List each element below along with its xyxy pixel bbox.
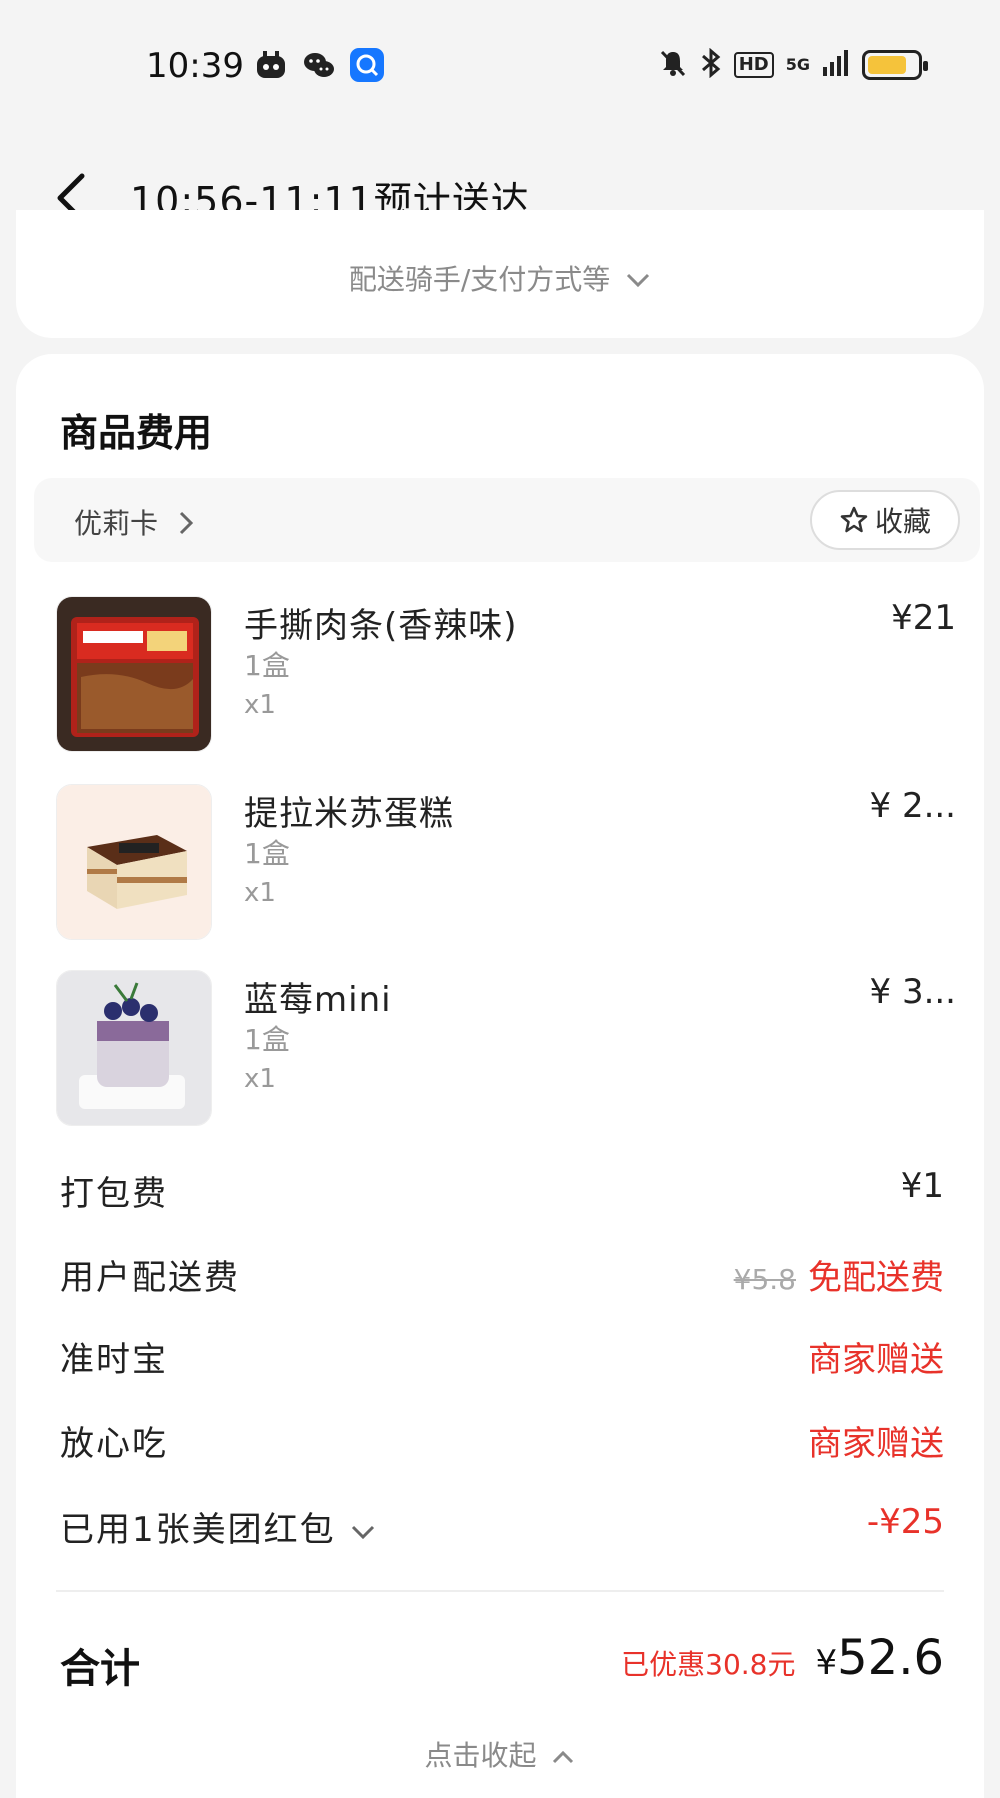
delivery-fee-row: 用户配送费 ¥5.8 免配送费 (60, 1250, 944, 1300)
fee-value: ¥5.8 免配送费 (734, 1250, 944, 1299)
membership-link[interactable]: 优莉卡 (74, 502, 195, 542)
item-price: ¥21 (891, 598, 956, 638)
robot-app-icon (254, 48, 288, 82)
delivery-info-card: 配送骑手/支付方式等 (16, 210, 984, 338)
chevron-down-icon (352, 1525, 375, 1540)
wechat-icon (302, 48, 336, 82)
item-quantity: x1 (244, 878, 276, 908)
total-value: 52.6 (837, 1630, 944, 1686)
spicy-meat-strips-box-icon (56, 596, 212, 752)
battery-icon (862, 50, 928, 80)
favorite-button[interactable]: 收藏 (810, 490, 960, 550)
item-spec: 1盒 (244, 649, 290, 682)
item-name: 手撕肉条(香辣味) (244, 606, 518, 646)
mute-bell-icon (658, 48, 688, 82)
signal-icon (822, 49, 850, 81)
section-title: 商品费用 (60, 411, 213, 455)
total-amount: ¥52.6 (815, 1630, 944, 1686)
divider (56, 1590, 944, 1592)
fee-label: 准时宝 (60, 1340, 168, 1380)
item-quantity: x1 (244, 690, 276, 720)
fee-label: 打包费 (60, 1174, 168, 1214)
list-item[interactable]: 提拉米苏蛋糕 1盒 x1 ¥ 2... (56, 784, 956, 940)
list-item[interactable]: 手撕肉条(香辣味) 1盒 x1 ¥21 (56, 596, 956, 752)
total-summary: 已优惠30.8元 ¥52.6 (621, 1630, 944, 1686)
total-label: 合计 (60, 1646, 140, 1692)
list-item[interactable]: 蓝莓mini 1盒 x1 ¥ 3... (56, 970, 956, 1126)
status-indicators: HD 5G (658, 47, 928, 82)
chevron-down-icon (627, 273, 650, 288)
item-name: 蓝莓mini (244, 980, 392, 1020)
on-time-row: 准时宝 商家赠送 (60, 1332, 944, 1382)
red-packet-toggle[interactable]: 已用1张美团红包 (60, 1502, 376, 1551)
original-delivery-fee: ¥5.8 (733, 1263, 796, 1296)
fee-value: 商家赠送 (808, 1340, 944, 1380)
fee-value: 商家赠送 (808, 1424, 944, 1464)
browser-app-icon (350, 48, 384, 82)
membership-row: 优莉卡 收藏 (34, 478, 980, 562)
item-name: 提拉米苏蛋糕 (244, 794, 454, 834)
favorite-label: 收藏 (874, 505, 931, 538)
fee-value: ¥1 (900, 1166, 944, 1206)
tiramisu-cake-icon (56, 784, 212, 940)
currency-symbol: ¥ (815, 1643, 838, 1683)
collapse-label: 点击收起 (424, 1739, 537, 1772)
collapse-button[interactable]: 点击收起 (16, 1734, 984, 1774)
membership-label: 优莉卡 (74, 507, 159, 540)
hd-badge: HD (733, 52, 774, 78)
packing-fee-row: 打包费 ¥1 (60, 1166, 944, 1216)
blueberry-mini-cake-icon (56, 970, 212, 1126)
fee-value: -¥25 (866, 1502, 944, 1542)
chevron-right-icon (179, 511, 194, 535)
safe-eat-row: 放心吃 商家赠送 (60, 1416, 944, 1466)
bluetooth-icon (700, 47, 722, 82)
discount-saved: 已优惠30.8元 (621, 1648, 796, 1681)
fee-label: 放心吃 (60, 1424, 168, 1464)
red-packet-row[interactable]: 已用1张美团红包 -¥25 (60, 1502, 944, 1552)
goods-fee-card: 商品费用 优莉卡 收藏 手撕肉条(香辣味) 1盒 x1 ¥21 提拉米苏蛋糕 1… (16, 354, 984, 1798)
status-time: 10:39 (146, 46, 244, 86)
item-price: ¥ 3... (869, 972, 957, 1012)
item-quantity: x1 (244, 1064, 276, 1094)
delivery-details-toggle[interactable]: 配送骑手/支付方式等 (16, 258, 984, 298)
fee-label: 用户配送费 (60, 1258, 240, 1298)
status-app-icons (254, 48, 384, 82)
chevron-up-icon (553, 1750, 574, 1764)
free-delivery-label: 免配送费 (808, 1258, 944, 1298)
item-price: ¥ 2... (869, 786, 957, 826)
item-spec: 1盒 (244, 1023, 290, 1056)
battery-level (868, 56, 907, 74)
network-type: 5G (785, 55, 810, 74)
delivery-details-label: 配送骑手/支付方式等 (348, 263, 611, 296)
status-bar: 10:39 HD 5G (0, 0, 1000, 130)
fee-label: 已用1张美团红包 (60, 1510, 336, 1550)
star-icon (840, 506, 868, 533)
item-spec: 1盒 (244, 837, 290, 870)
